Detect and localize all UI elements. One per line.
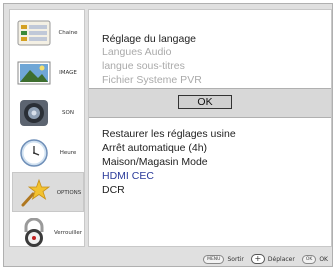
settings-window: Chaine IMAGE SON Heure OPTIONS Verrouill… <box>3 3 333 267</box>
options-panel: Réglage du langage Langues Audio langue … <box>88 9 332 247</box>
menu-item-pvr-file-system: Fichier Systeme PVR <box>102 74 202 86</box>
clock-icon <box>16 138 52 168</box>
move-hint-label: Déplacer <box>267 255 295 263</box>
footer-hints: MENU Sortir + Déplacer OK OK <box>9 251 332 267</box>
speaker-icon <box>16 98 52 128</box>
sidebar: Chaine IMAGE SON Heure OPTIONS Verrouill… <box>9 9 85 247</box>
channel-list-icon <box>16 18 52 48</box>
sidebar-item-label: OPTIONS <box>56 190 82 196</box>
menu-item-auto-standby[interactable]: Arrêt automatique (4h) <box>102 142 207 154</box>
ok-button[interactable]: OK <box>178 95 232 109</box>
sidebar-item-chaine[interactable]: Chaine <box>12 14 84 52</box>
ok-hint: OK OK <box>301 254 328 264</box>
exit-hint: MENU Sortir <box>203 254 244 264</box>
menu-key-icon: MENU <box>203 254 225 264</box>
ok-hint-label: OK <box>319 255 328 263</box>
menu-item-home-store-mode[interactable]: Maison/Magasin Mode <box>102 156 208 168</box>
padlock-icon <box>16 217 52 248</box>
menu-item-subtitle-language: langue sous-titres <box>102 60 185 72</box>
menu-item-audio-languages: Langues Audio <box>102 46 172 58</box>
sidebar-item-label: Heure <box>59 150 77 156</box>
menu-item-hdmi-cec[interactable]: HDMI CEC <box>102 170 154 182</box>
menu-item-language-settings[interactable]: Réglage du langage <box>102 33 196 45</box>
sidebar-item-label: Verrouiller <box>53 230 83 236</box>
sidebar-item-label: SON <box>62 110 74 116</box>
dpad-icon: + <box>250 254 265 264</box>
sidebar-item-heure[interactable]: Heure <box>12 134 84 172</box>
sidebar-item-son[interactable]: SON <box>12 94 84 132</box>
sidebar-item-options[interactable]: OPTIONS <box>12 172 84 212</box>
picture-icon <box>16 58 52 88</box>
sidebar-item-image[interactable]: IMAGE <box>12 54 84 92</box>
sidebar-item-label: Chaine <box>58 30 78 36</box>
ok-bar: OK <box>89 88 331 118</box>
sidebar-item-label: IMAGE <box>59 70 77 76</box>
sidebar-item-verrouiller[interactable]: Verrouiller <box>12 214 84 252</box>
menu-item-factory-reset[interactable]: Restaurer les réglages usine <box>102 128 236 140</box>
menu-item-dcr[interactable]: DCR <box>102 184 125 196</box>
exit-hint-label: Sortir <box>227 255 244 263</box>
move-hint: + Déplacer <box>250 254 295 264</box>
star-icon <box>17 178 53 208</box>
ok-key-icon: OK <box>301 254 317 264</box>
